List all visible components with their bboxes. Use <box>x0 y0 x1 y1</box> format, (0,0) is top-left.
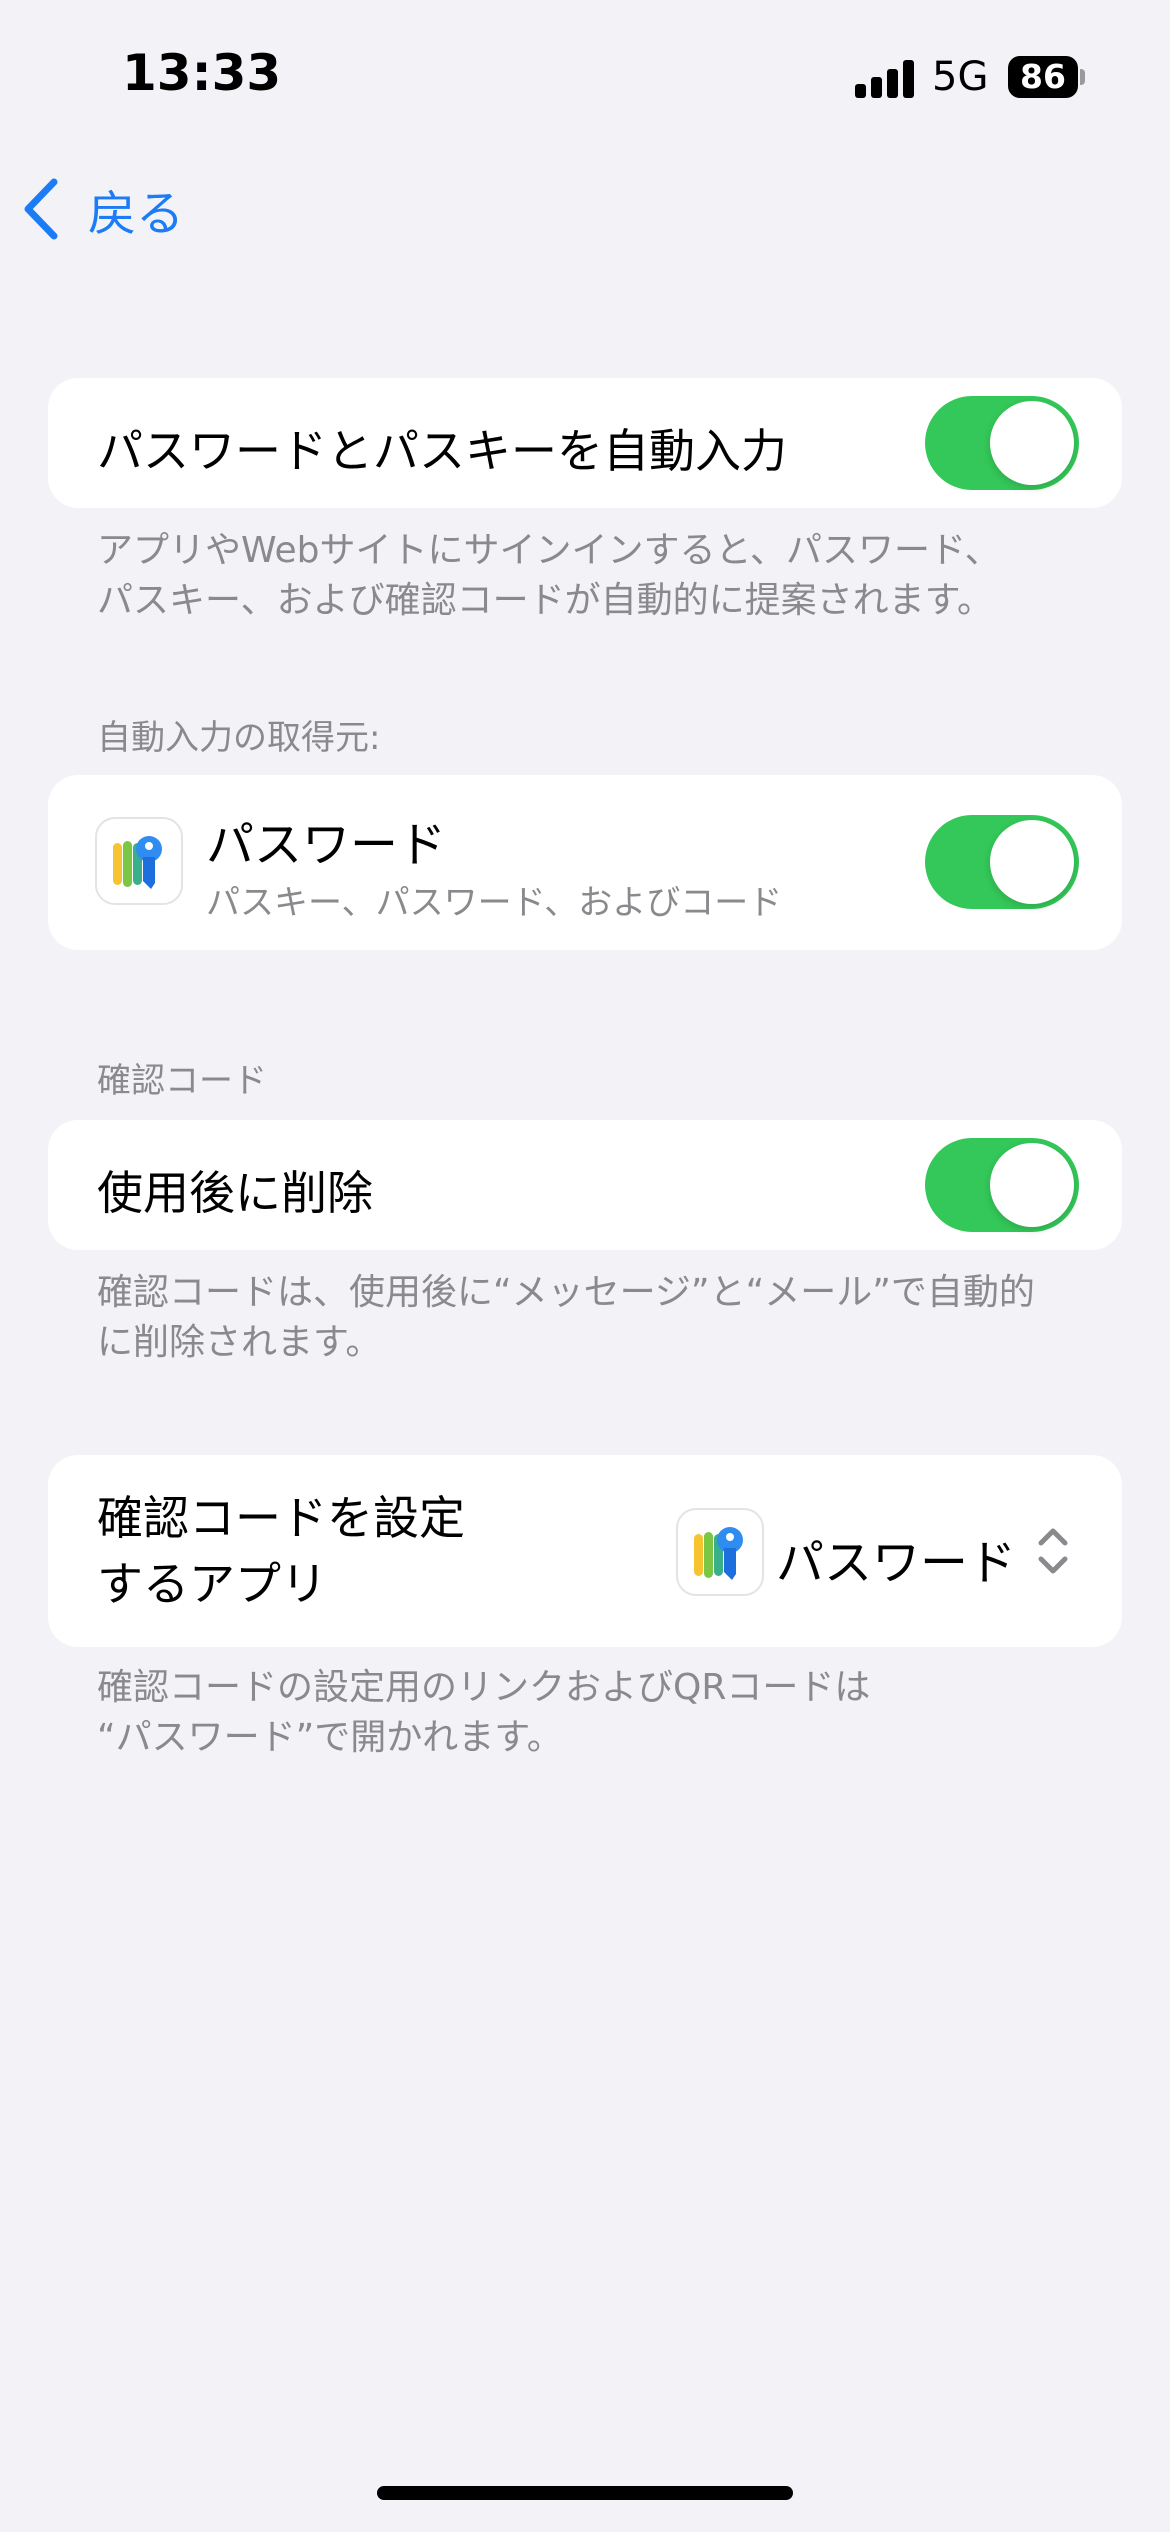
network-type: 5G <box>932 54 989 100</box>
passwords-app-icon <box>676 1508 764 1596</box>
chevron-up-down-icon <box>1038 1528 1068 1574</box>
codes-caption-line1: 確認コードは、使用後に“メッセージ”と“メール”で自動的 <box>97 1272 1035 1313</box>
setup-app-value: パスワード <box>776 1535 1017 1591</box>
home-indicator[interactable] <box>377 2486 793 2500</box>
chevron-left-icon <box>24 178 58 240</box>
back-label: 戻る <box>88 186 185 242</box>
autofill-caption-line2: パスキー、および確認コードが自動的に提案されます。 <box>97 580 994 621</box>
delete-after-use-card: 使用後に削除 <box>48 1120 1122 1250</box>
autofill-card: パスワードとパスキーを自動入力 <box>48 378 1122 508</box>
setup-app-caption-line1: 確認コードの設定用のリンクおよびQRコードは <box>97 1667 871 1708</box>
status-time: 13:33 <box>122 44 282 102</box>
delete-after-use-title: 使用後に削除 <box>97 1166 373 1220</box>
toggle-knob <box>990 820 1074 904</box>
codes-caption-line2: に削除されます。 <box>97 1322 382 1363</box>
delete-after-use-toggle[interactable] <box>925 1138 1079 1232</box>
setup-app-label-line2: するアプリ <box>97 1557 327 1611</box>
setup-app-caption: 確認コードの設定用のリンクおよびQRコードは “パスワード”で開かれます。 <box>97 1663 1077 1763</box>
sources-app-subtitle: パスキー、パスワード、およびコード <box>206 883 783 923</box>
autofill-title: パスワードとパスキーを自動入力 <box>97 424 787 478</box>
sources-header: 自動入力の取得元: <box>97 718 381 758</box>
battery-level: 86 <box>1020 57 1066 96</box>
passwords-app-icon <box>95 817 183 905</box>
autofill-caption: アプリやWebサイトにサインインすると、パスワード、 パスキー、および確認コード… <box>97 526 1077 626</box>
signal-strength-icon <box>855 60 915 98</box>
sources-card: パスワード パスキー、パスワード、およびコード <box>48 775 1122 950</box>
toggle-knob <box>990 401 1074 485</box>
back-button[interactable]: 戻る <box>22 174 184 244</box>
battery-icon: 86 <box>1008 56 1085 100</box>
setup-app-label-line1: 確認コードを設定 <box>97 1491 465 1545</box>
autofill-caption-line1: アプリやWebサイトにサインインすると、パスワード、 <box>97 530 1001 571</box>
autofill-toggle[interactable] <box>925 396 1079 490</box>
setup-app-card[interactable]: 確認コードを設定 するアプリ パスワード <box>48 1455 1122 1647</box>
toggle-knob <box>990 1143 1074 1227</box>
sources-app-title: パスワード <box>206 817 447 873</box>
codes-caption: 確認コードは、使用後に“メッセージ”と“メール”で自動的 に削除されます。 <box>97 1268 1077 1368</box>
setup-app-caption-line2: “パスワード”で開かれます。 <box>97 1717 563 1758</box>
setup-app-label: 確認コードを設定 するアプリ <box>97 1485 465 1617</box>
passwords-source-toggle[interactable] <box>925 815 1079 909</box>
codes-header: 確認コード <box>97 1061 267 1101</box>
